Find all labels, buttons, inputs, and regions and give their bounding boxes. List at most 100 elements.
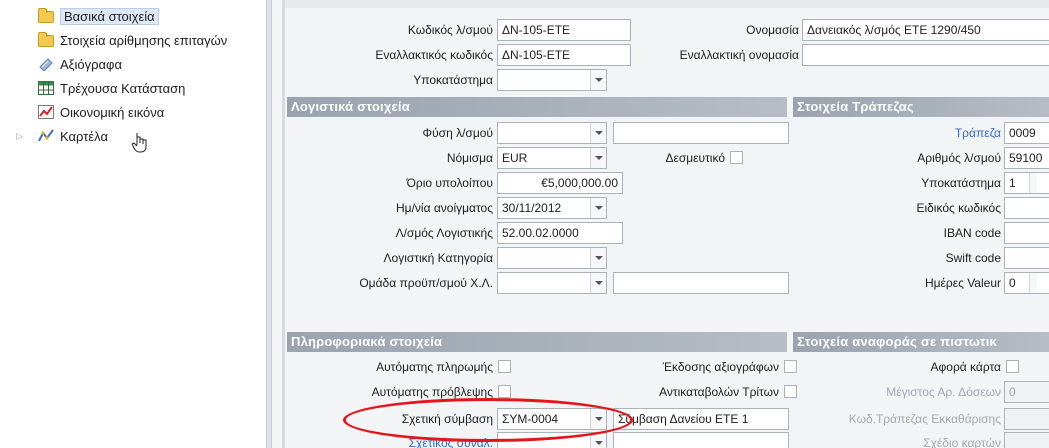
open-date-label: Ημ/νία ανοίγματος <box>395 201 493 215</box>
tree-item-label: Καρτέλα <box>60 128 108 144</box>
branch-combo[interactable] <box>497 69 607 91</box>
max-installments-label: Μέγιστος Αρ. Δόσεων <box>886 385 1001 399</box>
valeur-days-input[interactable]: 0 <box>1004 272 1049 294</box>
related-partner-description[interactable] <box>613 432 789 448</box>
tree-item-basic-data[interactable]: Βασικά στοιχεία <box>38 6 159 26</box>
chevron-down-icon[interactable] <box>590 198 606 218</box>
name-input[interactable]: Δανειακός λ/σμός ΕΤΕ 1290/450 <box>802 19 1049 41</box>
currency-label: Νόμισμα <box>446 151 493 165</box>
auto-payment-checkbox[interactable] <box>498 360 511 373</box>
budget-group-description-input[interactable] <box>613 272 789 294</box>
budget-group-label: Ομάδα προϋπ/σμού Χ.Λ. <box>359 276 493 290</box>
card-plan-input[interactable] <box>1004 432 1049 448</box>
bank-link[interactable]: Τράπεζα <box>795 123 1001 143</box>
card-label: Αφορά κάρτα <box>930 360 1001 374</box>
related-contract-value: ΣΥΜ-0004 <box>502 412 559 426</box>
special-code-input[interactable] <box>1004 197 1049 219</box>
panel-gap <box>272 0 282 448</box>
related-contract-label: Σχετική σύμβαση <box>401 412 493 426</box>
gl-category-label: Λογιστική Κατηγορία <box>383 251 494 265</box>
folder-icon <box>38 32 54 47</box>
tree-item-ledger-card[interactable]: ▷ Καρτέλα <box>16 126 108 146</box>
balance-limit-label: Όριο υπολοίπου <box>406 176 493 190</box>
folder-icon <box>38 8 54 23</box>
issue-securities-label: Έκδοσης αξιογράφων <box>662 360 779 374</box>
mouse-pointer-icon <box>131 133 147 153</box>
currency-combo[interactable]: EUR <box>497 147 607 169</box>
chevron-down-icon[interactable] <box>590 273 606 293</box>
tree-item-cheque-numbering[interactable]: Στοιχεία αρίθμησης επιταγών <box>38 30 227 50</box>
ledger-icon <box>38 129 54 143</box>
nature-description-input[interactable] <box>613 122 789 144</box>
tree-item-securities[interactable]: Αξιόγραφα <box>38 54 122 74</box>
swift-input[interactable] <box>1004 247 1049 269</box>
expand-arrow-icon[interactable]: ▷ <box>16 131 23 142</box>
card-checkbox[interactable] <box>1006 360 1019 373</box>
budget-group-combo[interactable] <box>497 272 607 294</box>
currency-value: EUR <box>502 151 528 165</box>
auto-payment-label: Αυτόματης πληρωμής <box>376 360 493 374</box>
chevron-down-icon[interactable] <box>590 123 606 143</box>
clearing-bank-input[interactable] <box>1004 408 1049 430</box>
navigation-tree: Βασικά στοιχεία Στοιχεία αρίθμησης επιτα… <box>0 0 266 448</box>
related-partner-link[interactable]: Σχετικός συναλ. <box>285 433 493 448</box>
name-label: Ονομασία <box>746 23 799 37</box>
account-code-input[interactable]: ΔΝ-105-ΕΤΕ <box>497 19 631 41</box>
tree-item-label: Αξιόγραφα <box>60 56 122 72</box>
chart-icon <box>38 105 54 119</box>
accounting-section-header: Λογιστικά στοιχεία <box>287 97 787 117</box>
nature-label: Φύση λ/σμού <box>422 126 493 140</box>
alt-name-label: Εναλλακτική ονομασία <box>679 48 799 62</box>
bank-code-input[interactable]: 0009 <box>1004 122 1049 144</box>
branch-label: Υποκατάστημα <box>413 73 493 87</box>
related-partner-combo[interactable] <box>497 432 607 448</box>
grid-icon <box>38 81 54 95</box>
card-plan-label: Σχέδιο καρτών <box>923 436 1001 448</box>
bank-branch-label: Υποκατάστημα <box>921 176 1001 190</box>
tree-item-label: Βασικά στοιχεία <box>60 7 159 25</box>
alt-code-input[interactable]: ΔΝ-105-ΕΤΕ <box>497 44 631 66</box>
bank-section-header: Στοιχεία Τράπεζας <box>793 97 1049 117</box>
chevron-down-icon[interactable] <box>590 148 606 168</box>
gl-account-label: Λ/σμός Λογιστικής <box>395 226 493 240</box>
third-party-label: Αντικαταβολών Τρίτων <box>659 385 779 399</box>
bank-branch-value: 1 <box>1009 176 1016 190</box>
binding-checkbox[interactable] <box>730 151 743 164</box>
iban-input[interactable] <box>1004 222 1049 244</box>
spin-icon[interactable] <box>1029 173 1037 193</box>
tree-item-label: Οικονομική εικόνα <box>60 104 165 120</box>
auto-provision-checkbox[interactable] <box>498 385 511 398</box>
tree-item-financial-picture[interactable]: Οικονομική εικόνα <box>38 102 164 122</box>
related-contract-description[interactable]: Σύμβαση Δανείου ΕΤΕ 1 <box>613 408 789 430</box>
alt-name-input[interactable] <box>802 44 1049 66</box>
bank-account-no-label: Αριθμός λ/σμού <box>917 151 1001 165</box>
account-form: Κωδικός λ/σμού ΔΝ-105-ΕΤΕ Ονομασία Δανει… <box>285 0 1049 448</box>
balance-limit-input[interactable]: €5,000,000.00 <box>497 172 623 194</box>
bank-account-no-input[interactable]: 59100 <box>1004 147 1049 169</box>
tree-item-current-status[interactable]: Τρέχουσα Κατάσταση <box>38 78 185 98</box>
account-code-label: Κωδικός λ/σμού <box>407 23 493 37</box>
auto-provision-label: Αυτόματης πρόβλεψης <box>371 385 493 399</box>
bank-branch-input[interactable]: 1 <box>1004 172 1049 194</box>
open-date-value: 30/11/2012 <box>502 201 562 215</box>
binding-label: Δεσμευτικό <box>665 151 725 165</box>
valeur-days-label: Ημέρες Valeur <box>924 276 1001 290</box>
chevron-down-icon[interactable] <box>590 70 606 90</box>
special-code-label: Ειδικός κωδικός <box>916 201 1001 215</box>
valeur-days-value: 0 <box>1009 276 1016 290</box>
max-installments-input[interactable]: 0 <box>1004 381 1049 403</box>
open-date-picker[interactable]: 30/11/2012 <box>497 197 607 219</box>
related-contract-combo[interactable]: ΣΥΜ-0004 <box>497 408 607 430</box>
iban-label: IBAN code <box>943 226 1001 240</box>
gl-category-combo[interactable] <box>497 247 607 269</box>
spin-icon[interactable] <box>1029 273 1037 293</box>
swift-label: Swift code <box>945 251 1001 265</box>
clearing-bank-label: Κωδ.Τράπεζας Εκκαθάρισης <box>848 412 1001 426</box>
chevron-down-icon[interactable] <box>590 409 606 429</box>
form-top-strip <box>285 0 1049 8</box>
gl-account-input[interactable]: 52.00.02.0000 <box>497 222 623 244</box>
nature-combo[interactable] <box>497 122 607 144</box>
chevron-down-icon[interactable] <box>590 248 606 268</box>
tree-item-label: Τρέχουσα Κατάσταση <box>60 80 186 96</box>
chevron-down-icon[interactable] <box>590 433 606 448</box>
